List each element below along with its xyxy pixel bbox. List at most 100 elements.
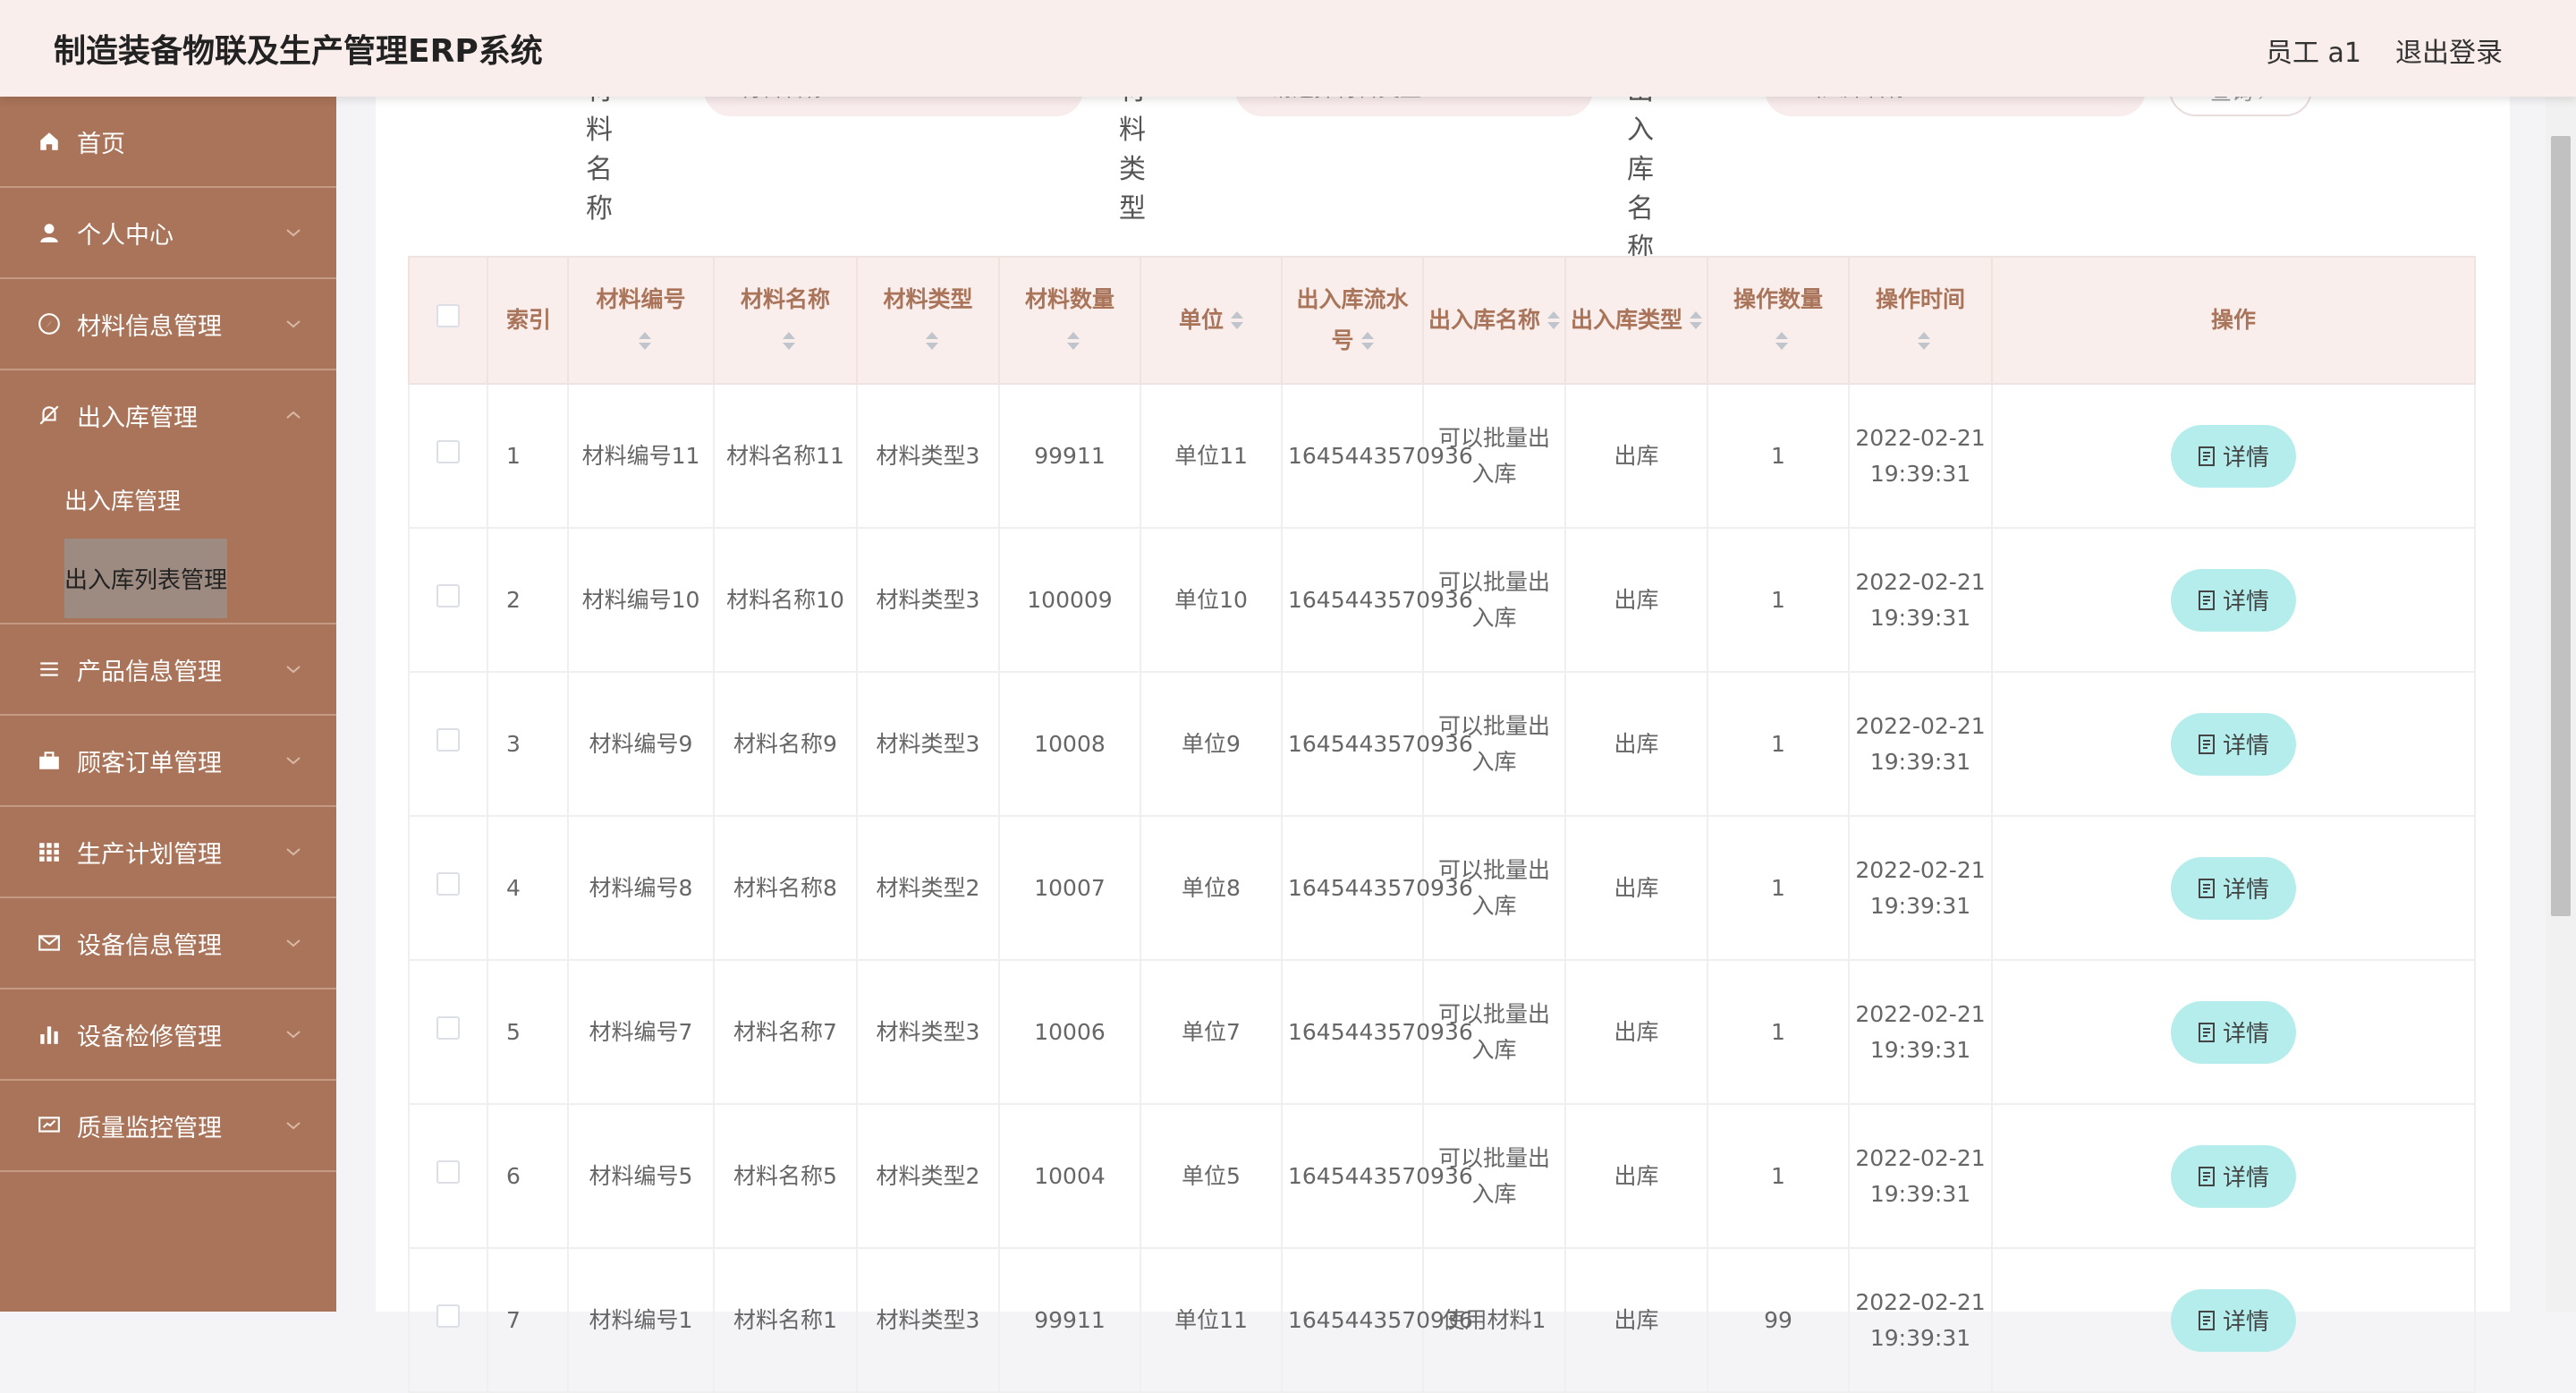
table-cell: 6 (487, 1103, 569, 1249)
table-cell: 单位9 (1140, 671, 1283, 817)
app-title: 制造装备物联及生产管理ERP系统 (54, 33, 543, 70)
chevron-down-icon (286, 229, 301, 237)
header-serial[interactable]: 出入库流水号 (1281, 256, 1424, 385)
chevron-up-icon (286, 411, 301, 419)
detail-button[interactable]: 详情 (2171, 424, 2296, 488)
select-all-checkbox[interactable] (408, 256, 488, 385)
header-material-qty[interactable]: 材料数量 (998, 256, 1141, 385)
sidebar-item-material-info[interactable]: 材料信息管理 (0, 279, 336, 370)
table-cell: 单位11 (1140, 1247, 1283, 1393)
header-material-type[interactable]: 材料类型 (856, 256, 1000, 385)
table-cell: 材料名称7 (713, 959, 858, 1105)
table-cell: 材料类型3 (856, 383, 1000, 529)
row-checkbox[interactable] (408, 815, 488, 961)
detail-button[interactable]: 详情 (2171, 1288, 2296, 1352)
table-cell: 4 (487, 815, 569, 961)
table-cell: 1645443570936 (1281, 1247, 1473, 1393)
sidebar-item-product-info[interactable]: 产品信息管理 (0, 624, 336, 716)
sort-icon[interactable] (925, 332, 938, 352)
header-inout-type[interactable]: 出入库类型 (1564, 256, 1708, 385)
header-material-name[interactable]: 材料名称 (713, 256, 858, 385)
sidebar-item-inout[interactable]: 出入库管理 (0, 370, 336, 460)
sidebar-item-customer-orders[interactable]: 顾客订单管理 (0, 716, 336, 807)
user-icon (36, 219, 63, 246)
table-header-row: 索引 材料编号 材料名称 材料类型 材料数量 单位 出入库流水号 出入库名称 出… (408, 256, 2476, 385)
header-op-time[interactable]: 操作时间 (1848, 256, 1993, 385)
table-row: 2 材料编号10 材料名称10 材料类型3 100009 单位10 164544357093… (408, 527, 2476, 673)
logout-link[interactable]: 退出登录 (2395, 30, 2503, 70)
sidebar-item-profile[interactable]: 个人中心 (0, 188, 336, 279)
detail-button[interactable]: 详情 (2171, 1000, 2296, 1064)
sort-icon[interactable] (1547, 311, 1560, 331)
table-cell: 1 (487, 383, 569, 529)
document-icon (2198, 1022, 2215, 1042)
header-material-code[interactable]: 材料编号 (567, 256, 715, 385)
sidebar-item-home[interactable]: 首页 (0, 97, 336, 188)
table-cell: 材料编号1 (567, 1247, 715, 1393)
row-actions: 详情 (1991, 815, 2476, 961)
sidebar-item-label: 材料信息管理 (77, 312, 222, 341)
sidebar-item-label: 产品信息管理 (77, 658, 222, 686)
row-checkbox[interactable] (408, 1103, 488, 1249)
table-cell: 1 (1707, 959, 1850, 1105)
sidebar-item-label: 个人中心 (77, 221, 174, 250)
table-cell: 99911 (998, 383, 1141, 529)
sidebar-item-equipment-info[interactable]: 设备信息管理 (0, 898, 336, 990)
detail-button[interactable]: 详情 (2171, 568, 2296, 632)
table-cell: 1 (1707, 383, 1850, 529)
sort-icon[interactable] (1918, 332, 1930, 352)
sidebar-item-label: 顾客订单管理 (77, 749, 222, 777)
row-checkbox[interactable] (408, 671, 488, 817)
header-op-qty[interactable]: 操作数量 (1707, 256, 1850, 385)
sort-icon[interactable] (638, 332, 651, 352)
briefcase-icon (36, 747, 63, 774)
sidebar-item-quality-monitor[interactable]: 质量监控管理 (0, 1081, 336, 1172)
header-unit[interactable]: 单位 (1140, 256, 1283, 385)
sidebar-item-label: 首页 (77, 130, 125, 158)
row-actions: 详情 (1991, 383, 2476, 529)
sort-icon[interactable] (783, 332, 795, 352)
table-cell: 2022-02-21 19:39:31 (1848, 1247, 1993, 1393)
table-cell: 2022-02-21 19:39:31 (1848, 527, 1993, 673)
table-cell: 材料类型3 (856, 671, 1000, 817)
row-checkbox[interactable] (408, 383, 488, 529)
document-icon (2198, 590, 2215, 610)
mail-icon (36, 930, 63, 956)
row-checkbox[interactable] (408, 959, 488, 1105)
table-cell: 99 (1707, 1247, 1850, 1393)
header-inout-name[interactable]: 出入库名称 (1422, 256, 1566, 385)
sidebar-item-equipment-repair[interactable]: 设备检修管理 (0, 990, 336, 1081)
submenu-item-inout-manage[interactable]: 出入库管理 (0, 460, 336, 539)
home-icon (36, 128, 63, 155)
submenu-item-inout-list[interactable]: 出入库列表管理 (0, 538, 336, 618)
sidebar-item-production-plan[interactable]: 生产计划管理 (0, 807, 336, 898)
table-cell: 材料名称10 (713, 527, 858, 673)
sort-icon[interactable] (1360, 332, 1374, 352)
row-checkbox[interactable] (408, 1247, 488, 1393)
table-cell: 1645443570936 (1281, 1103, 1473, 1249)
document-icon (2198, 878, 2215, 898)
detail-button[interactable]: 详情 (2171, 712, 2296, 776)
table-cell: 1645443570936 (1281, 959, 1473, 1105)
table-cell: 材料类型3 (856, 527, 1000, 673)
table-cell: 出库 (1564, 815, 1708, 961)
sort-icon[interactable] (1231, 311, 1243, 331)
sort-icon[interactable] (1067, 332, 1080, 352)
table-cell: 材料名称9 (713, 671, 858, 817)
detail-button[interactable]: 详情 (2171, 1144, 2296, 1208)
document-icon (2198, 1166, 2215, 1186)
scrollbar-thumb[interactable] (2551, 136, 2571, 916)
detail-button[interactable]: 详情 (2171, 856, 2296, 920)
top-header: 制造装备物联及生产管理ERP系统 员工 a1 退出登录 (0, 0, 2576, 97)
table-cell: 100009 (998, 527, 1141, 673)
inout-name-label: 出入库名称 (1627, 75, 1654, 264)
row-checkbox[interactable] (408, 527, 488, 673)
table-cell: 出库 (1564, 1247, 1708, 1393)
sidebar: 首页 个人中心 材料信息管理 出入库管理 出入库管理 出入库列表管理 产品信息管… (0, 97, 336, 1312)
sort-icon[interactable] (1775, 332, 1788, 352)
table-row: 1 材料编号11 材料名称11 材料类型3 99911 单位11 1645443570936… (408, 383, 2476, 529)
sort-icon[interactable] (1690, 311, 1702, 331)
table-cell: 10004 (998, 1103, 1141, 1249)
table-cell: 出库 (1564, 527, 1708, 673)
table-cell: 1 (1707, 815, 1850, 961)
